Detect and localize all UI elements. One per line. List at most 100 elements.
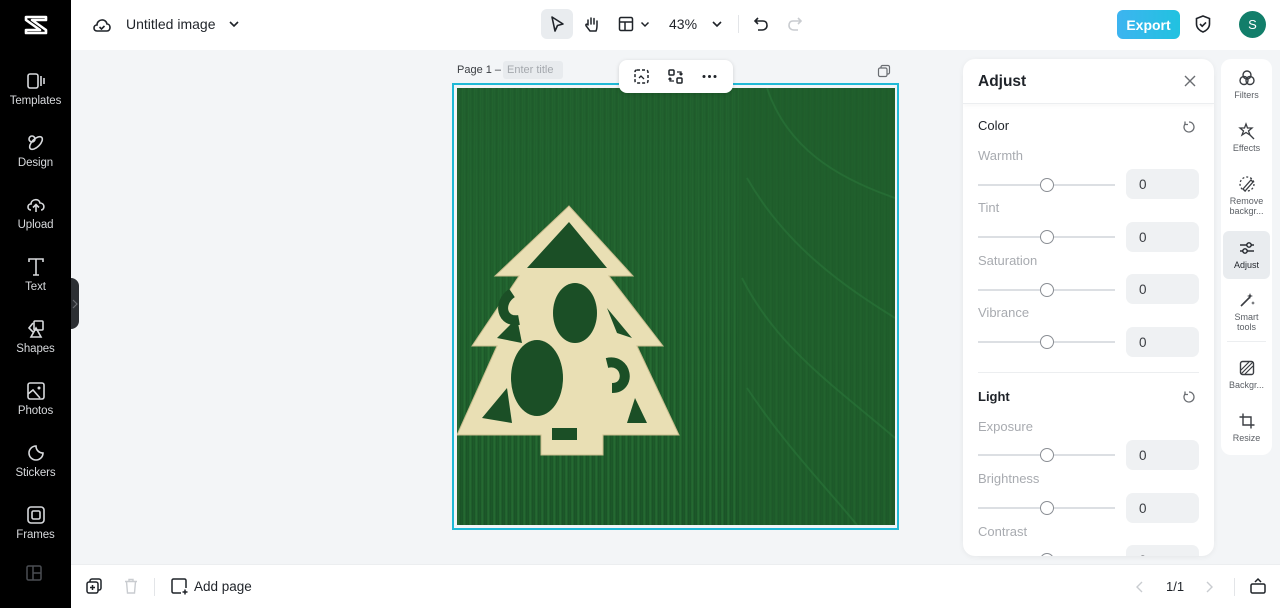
rail-divider bbox=[1227, 341, 1266, 342]
duplicate-page-icon[interactable] bbox=[877, 64, 891, 78]
page-count: 1/1 bbox=[1166, 579, 1185, 594]
remove-background-icon bbox=[1238, 175, 1256, 193]
rail-item-resize[interactable]: Resize bbox=[1223, 404, 1270, 452]
rail-item-effects[interactable]: Effects bbox=[1223, 114, 1270, 162]
rail-item-adjust[interactable]: Adjust bbox=[1223, 231, 1270, 279]
floating-toolbar bbox=[619, 60, 733, 93]
section-title-light: Light bbox=[978, 389, 1010, 404]
toolbar-divider bbox=[738, 15, 739, 33]
page-panel-toggle-icon[interactable] bbox=[1249, 577, 1267, 595]
design-icon bbox=[25, 132, 47, 154]
sidebar-item-shapes[interactable]: Shapes bbox=[0, 314, 71, 370]
sidebar-item-photos[interactable]: Photos bbox=[0, 376, 71, 432]
left-sidebar: Templates Design Upload Text Shapes Phot… bbox=[0, 0, 71, 608]
rail-item-filters[interactable]: Filters bbox=[1223, 61, 1270, 109]
document-title[interactable]: Untitled image bbox=[126, 16, 216, 32]
layout-button[interactable] bbox=[617, 9, 657, 39]
warmth-slider[interactable] bbox=[978, 178, 1115, 192]
crop-select-icon[interactable] bbox=[633, 68, 650, 85]
chevron-down-icon bbox=[640, 21, 650, 28]
cloud-sync-icon[interactable] bbox=[91, 14, 113, 36]
vibrance-label: Vibrance bbox=[978, 305, 1030, 320]
tint-value-input[interactable] bbox=[1126, 222, 1199, 252]
hand-tool-button[interactable] bbox=[581, 9, 603, 39]
text-icon bbox=[25, 256, 47, 278]
brightness-value-input[interactable] bbox=[1126, 493, 1199, 523]
rail-item-background[interactable]: Backgr... bbox=[1223, 351, 1270, 399]
slider-thumb[interactable] bbox=[1039, 553, 1054, 556]
section-divider bbox=[978, 372, 1199, 373]
exposure-value-input[interactable] bbox=[1126, 440, 1199, 470]
saturation-slider[interactable] bbox=[978, 283, 1115, 297]
sidebar-item-label: Frames bbox=[16, 529, 55, 541]
next-page-icon[interactable] bbox=[1200, 578, 1218, 596]
tint-label: Tint bbox=[978, 200, 1000, 215]
undo-icon[interactable] bbox=[751, 14, 771, 34]
add-page-button[interactable]: Add page bbox=[170, 577, 252, 595]
page-title-input[interactable] bbox=[503, 61, 563, 79]
hand-icon bbox=[585, 17, 598, 32]
slider-thumb[interactable] bbox=[1039, 501, 1054, 515]
brightness-label: Brightness bbox=[978, 471, 1040, 486]
sidebar-item-label: Upload bbox=[17, 219, 54, 231]
rail-item-remove-background[interactable]: Remove backgr... bbox=[1223, 167, 1270, 223]
shield-check-icon[interactable] bbox=[1193, 14, 1213, 34]
brightness-slider[interactable] bbox=[978, 501, 1115, 515]
slider-thumb[interactable] bbox=[1039, 335, 1054, 349]
slider-thumb[interactable] bbox=[1039, 230, 1054, 244]
warmth-value-input[interactable] bbox=[1126, 169, 1199, 199]
rail-item-label: Backgr... bbox=[1228, 380, 1264, 390]
sidebar-item-upload[interactable]: Upload bbox=[0, 190, 71, 246]
saturation-value-input[interactable] bbox=[1126, 274, 1199, 304]
bottom-divider bbox=[1234, 578, 1235, 596]
avatar[interactable]: S bbox=[1239, 11, 1266, 38]
reset-color-icon[interactable] bbox=[1182, 120, 1196, 134]
sidebar-item-design[interactable]: Design bbox=[0, 128, 71, 184]
replace-icon[interactable] bbox=[667, 68, 684, 85]
page-label: Page 1 – bbox=[457, 64, 502, 76]
chevron-down-icon[interactable] bbox=[227, 17, 241, 31]
contrast-slider[interactable] bbox=[978, 553, 1115, 556]
slider-thumb[interactable] bbox=[1039, 283, 1054, 297]
tint-slider[interactable] bbox=[978, 230, 1115, 244]
sidebar-item-label: Design bbox=[17, 157, 54, 169]
exposure-slider[interactable] bbox=[978, 448, 1115, 462]
sidebar-item-frames[interactable]: Frames bbox=[0, 500, 71, 556]
sidebar-item-label: Stickers bbox=[15, 467, 56, 479]
redo-icon[interactable] bbox=[785, 14, 805, 34]
zoom-level[interactable]: 43% bbox=[669, 16, 697, 32]
canvas-image[interactable] bbox=[457, 88, 895, 525]
slider-thumb[interactable] bbox=[1039, 448, 1054, 462]
export-button[interactable]: Export bbox=[1117, 10, 1180, 39]
zoom-dropdown-chevron-icon[interactable] bbox=[710, 17, 724, 31]
contrast-value-input[interactable] bbox=[1126, 545, 1199, 556]
sidebar-item-text[interactable]: Text bbox=[0, 252, 71, 308]
sidebar-item-label: Photos bbox=[17, 405, 54, 417]
add-page-label: Add page bbox=[194, 578, 252, 594]
duplicate-page-add-icon[interactable] bbox=[85, 577, 103, 595]
bottom-bar: Add page 1/1 bbox=[71, 564, 1280, 608]
rail-item-label: Effects bbox=[1232, 143, 1261, 153]
slider-thumb[interactable] bbox=[1039, 178, 1054, 192]
rail-item-smart-tools[interactable]: Smart tools bbox=[1223, 283, 1270, 339]
sidebar-item-stickers[interactable]: Stickers bbox=[0, 438, 71, 494]
sidebar-item-templates[interactable]: Templates bbox=[0, 66, 71, 122]
delete-page-icon[interactable] bbox=[122, 577, 140, 595]
section-title-color: Color bbox=[978, 118, 1010, 133]
more-options-icon[interactable] bbox=[701, 68, 718, 85]
bottom-divider bbox=[154, 578, 155, 596]
vibrance-value-input[interactable] bbox=[1126, 327, 1199, 357]
previous-page-icon[interactable] bbox=[1131, 578, 1149, 596]
capcut-logo[interactable] bbox=[0, 0, 71, 50]
sidebar-collapse-handle[interactable] bbox=[71, 278, 79, 329]
rail-item-label: Remove backgr... bbox=[1229, 196, 1264, 216]
reset-light-icon[interactable] bbox=[1182, 390, 1196, 404]
select-tool-button[interactable] bbox=[541, 9, 573, 39]
panel-layout-icon[interactable] bbox=[25, 564, 45, 584]
rail-item-label: Adjust bbox=[1233, 260, 1259, 270]
adjust-panel: Adjust Color Warmth Tint Saturation Vibr… bbox=[963, 59, 1214, 556]
rail-item-label: Resize bbox=[1232, 433, 1261, 443]
close-icon[interactable] bbox=[1183, 74, 1197, 88]
vibrance-slider[interactable] bbox=[978, 335, 1115, 349]
adjust-panel-header: Adjust bbox=[963, 59, 1214, 104]
